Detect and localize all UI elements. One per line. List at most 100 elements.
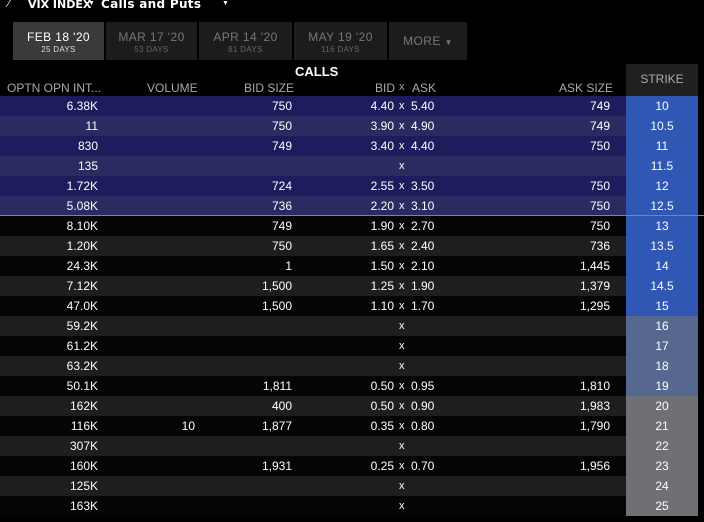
col-bid-size[interactable]: BID SIZE [244, 81, 294, 95]
table-row[interactable]: 50.1K 1,811 0.50 x 0.95 1,810 19 [0, 376, 704, 396]
cell-bid[interactable]: 0.25 [371, 456, 394, 476]
cell-bid-size[interactable]: 1,811 [263, 376, 292, 396]
cell-bid-size[interactable]: 749 [272, 216, 292, 236]
table-row[interactable]: 163K x 25 [0, 496, 704, 516]
cell-strike[interactable]: 24 [626, 476, 698, 496]
cell-x[interactable]: x [399, 136, 405, 156]
cell-x[interactable]: x [399, 416, 405, 436]
table-row[interactable]: 11 750 3.90 x 4.90 749 10.5 [0, 116, 704, 136]
cell-ask[interactable]: 2.70 [411, 216, 434, 236]
table-row[interactable]: 59.2K x 16 [0, 316, 704, 336]
table-row[interactable]: 47.0K 1,500 1.10 x 1.70 1,295 15 [0, 296, 704, 316]
cell-ask[interactable]: 0.95 [411, 376, 434, 396]
table-row[interactable]: 5.08K 736 2.20 x 3.10 750 12.5 [0, 196, 704, 216]
table-row[interactable]: 1.72K 724 2.55 x 3.50 750 12 [0, 176, 704, 196]
cell-bid[interactable]: 4.40 [371, 96, 394, 116]
cell-bid[interactable]: 1.65 [371, 236, 394, 256]
cell-ask-size[interactable]: 750 [590, 216, 610, 236]
cell-strike[interactable]: 22 [626, 436, 698, 456]
cell-ask-size[interactable]: 1,379 [580, 276, 610, 296]
table-row[interactable]: 8.10K 749 1.90 x 2.70 750 13 [0, 216, 704, 236]
cell-x[interactable]: x [399, 396, 405, 416]
cell-ask-size[interactable]: 1,810 [580, 376, 610, 396]
cell-x[interactable]: x [399, 256, 405, 276]
cell-bid[interactable]: 0.50 [371, 376, 394, 396]
tab-may-19[interactable]: MAY 19 '20 116 DAYS [294, 22, 387, 60]
cell-strike[interactable]: 11.5 [626, 156, 698, 176]
cell-ask-size[interactable]: 750 [590, 136, 610, 156]
table-row[interactable]: 7.12K 1,500 1.25 x 1.90 1,379 14.5 [0, 276, 704, 296]
cell-bid[interactable]: 0.50 [371, 396, 394, 416]
cell-oi[interactable]: 830 [78, 136, 98, 156]
cell-x[interactable]: x [399, 456, 405, 476]
cell-bid[interactable]: 1.50 [371, 256, 394, 276]
tab-apr-14[interactable]: APR 14 '20 81 DAYS [199, 22, 292, 60]
cell-bid-size[interactable]: 1,500 [262, 296, 292, 316]
cell-strike[interactable]: 13 [626, 216, 698, 236]
cell-x[interactable]: x [399, 336, 405, 356]
cell-ask[interactable]: 3.10 [411, 196, 434, 216]
cell-ask[interactable]: 1.90 [411, 276, 434, 296]
cell-ask[interactable]: 4.90 [411, 116, 434, 136]
cell-ask-size[interactable]: 749 [590, 96, 610, 116]
cell-volume[interactable]: 10 [182, 416, 195, 436]
cell-x[interactable]: x [399, 376, 405, 396]
cell-oi[interactable]: 1.72K [67, 176, 98, 196]
symbol-selector[interactable]: VIX INDEX [28, 0, 91, 11]
cell-bid-size[interactable]: 400 [272, 396, 292, 416]
cell-ask[interactable]: 5.40 [411, 96, 434, 116]
cell-x[interactable]: x [399, 176, 405, 196]
cell-strike[interactable]: 25 [626, 496, 698, 516]
cell-strike[interactable]: 15 [626, 296, 698, 316]
col-ask-size[interactable]: ASK SIZE [559, 81, 613, 95]
cell-oi[interactable]: 61.2K [67, 336, 98, 356]
cell-oi[interactable]: 162K [70, 396, 98, 416]
cell-strike[interactable]: 21 [626, 416, 698, 436]
cell-x[interactable]: x [399, 436, 405, 456]
cell-oi[interactable]: 5.08K [67, 196, 98, 216]
cell-oi[interactable]: 6.38K [67, 96, 98, 116]
cell-oi[interactable]: 116K [71, 416, 98, 436]
cell-ask[interactable]: 1.70 [411, 296, 434, 316]
title-dropdown-icon[interactable]: ▼ [222, 0, 229, 7]
table-row[interactable]: 1.20K 750 1.65 x 2.40 736 13.5 [0, 236, 704, 256]
cell-bid[interactable]: 1.25 [371, 276, 394, 296]
cell-oi[interactable]: 125K [70, 476, 98, 496]
table-row[interactable]: 160K 1,931 0.25 x 0.70 1,956 23 [0, 456, 704, 476]
cell-strike[interactable]: 14 [626, 256, 698, 276]
cell-bid-size[interactable]: 749 [272, 136, 292, 156]
table-row[interactable]: 6.38K 750 4.40 x 5.40 749 10 [0, 96, 704, 116]
cell-strike[interactable]: 11 [626, 136, 698, 156]
cell-bid[interactable]: 0.35 [371, 416, 394, 436]
cell-ask-size[interactable]: 1,983 [580, 396, 610, 416]
cell-oi[interactable]: 1.20K [67, 236, 98, 256]
cell-bid[interactable]: 3.40 [371, 136, 394, 156]
cell-ask-size[interactable]: 1,445 [580, 256, 610, 276]
cell-bid-size[interactable]: 1,931 [262, 456, 292, 476]
cell-ask-size[interactable]: 750 [590, 196, 610, 216]
table-row[interactable]: 125K x 24 [0, 476, 704, 496]
cell-oi[interactable]: 24.3K [67, 256, 98, 276]
cell-x[interactable]: x [399, 216, 405, 236]
cell-bid-size[interactable]: 750 [272, 116, 292, 136]
cell-strike[interactable]: 10.5 [626, 116, 698, 136]
cell-strike[interactable]: 17 [626, 336, 698, 356]
cell-ask[interactable]: 2.40 [411, 236, 434, 256]
cell-x[interactable]: x [399, 356, 405, 376]
cell-bid-size[interactable]: 1 [285, 256, 292, 276]
cell-strike[interactable]: 14.5 [626, 276, 698, 296]
cell-ask[interactable]: 0.90 [411, 396, 434, 416]
cell-strike[interactable]: 12 [626, 176, 698, 196]
table-row[interactable]: 830 749 3.40 x 4.40 750 11 [0, 136, 704, 156]
cell-oi[interactable]: 63.2K [67, 356, 98, 376]
cell-strike[interactable]: 19 [626, 376, 698, 396]
cell-x[interactable]: x [399, 316, 405, 336]
cell-ask-size[interactable]: 1,790 [580, 416, 610, 436]
col-volume[interactable]: VOLUME [147, 81, 198, 95]
cell-x[interactable]: x [399, 116, 405, 136]
cell-ask-size[interactable]: 1,295 [580, 296, 610, 316]
cell-x[interactable]: x [399, 496, 405, 516]
cell-x[interactable]: x [399, 476, 405, 496]
cell-strike[interactable]: 20 [626, 396, 698, 416]
chevron-down-icon[interactable]: ▼ [88, 0, 95, 7]
